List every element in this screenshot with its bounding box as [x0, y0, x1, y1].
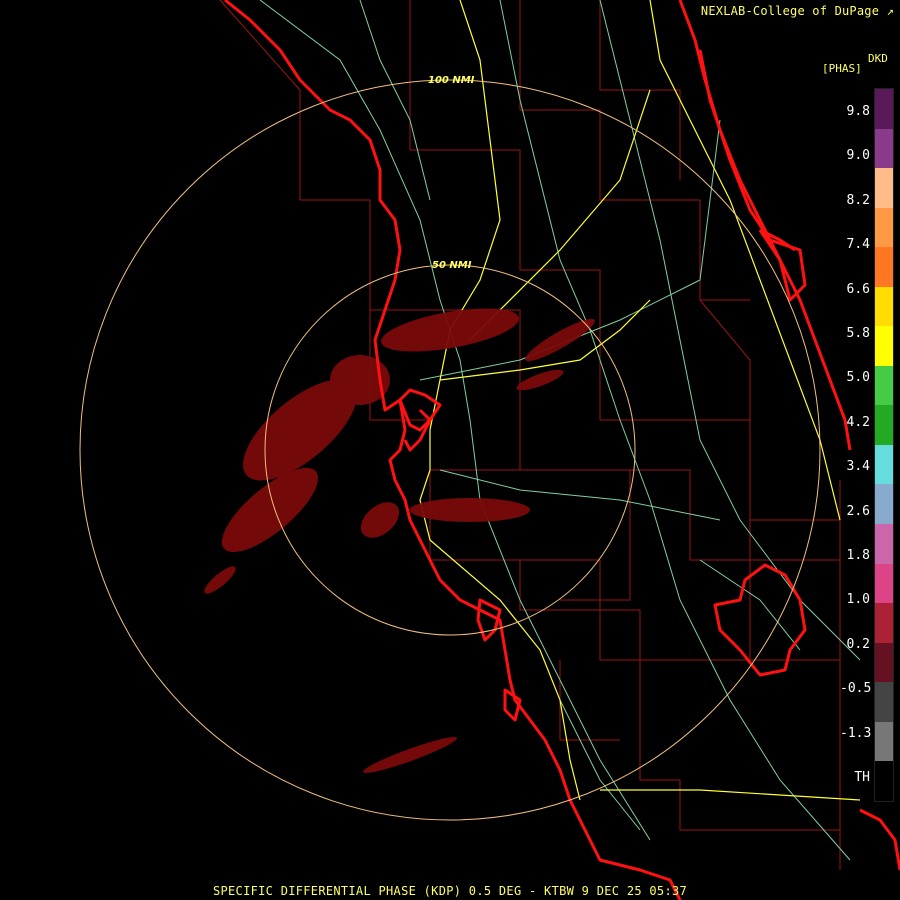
- color-swatch: [875, 761, 893, 801]
- color-swatch: [875, 365, 893, 406]
- color-swatch: [875, 563, 893, 604]
- scale-tick-label: 1.0: [846, 592, 870, 608]
- scale-tick-label: 9.8: [846, 104, 870, 119]
- color-swatch: [875, 207, 893, 248]
- cursor-icon: ↗: [886, 4, 894, 18]
- color-swatch: [875, 405, 893, 445]
- color-swatch: [875, 484, 893, 525]
- color-swatch: [875, 326, 893, 366]
- color-swatch: [875, 524, 893, 564]
- color-swatch: [875, 89, 893, 129]
- legend-units: DKD: [868, 52, 888, 65]
- color-swatch: [875, 168, 893, 208]
- scale-tick-label: 8.2: [846, 192, 870, 208]
- ring-label-100: 100 NMI: [428, 75, 475, 86]
- color-swatch: [875, 721, 893, 762]
- color-swatch: [875, 603, 893, 643]
- ring-100-nmi: [79, 79, 821, 821]
- scale-tick-label: 3.4: [846, 459, 870, 475]
- scale-tick-label: -0.5: [840, 681, 872, 697]
- coastline: [224, 0, 900, 900]
- radar-map: 100 NMI 50 NMI: [79, 0, 900, 900]
- radar-echoes: [204, 308, 595, 774]
- scale-tick-label: 2.6: [846, 503, 870, 519]
- range-rings: [79, 79, 821, 821]
- scale-tick-label: 4.2: [846, 414, 870, 430]
- credit-label: NEXLAB-College of DuPage ↗: [701, 4, 894, 18]
- scale-tick-label: 9.0: [846, 148, 870, 164]
- scale-tick-label: 7.4: [846, 237, 870, 253]
- scale-tick-label: 6.6: [846, 281, 870, 297]
- scale-tick-label: TH: [854, 770, 870, 785]
- color-swatch: [875, 642, 893, 683]
- scale-tick-label: -1.3: [840, 725, 872, 741]
- color-scale-bar: [874, 88, 894, 802]
- scale-tick-label: 5.8: [846, 326, 870, 341]
- product-footer: SPECIFIC DIFFERENTIAL PHASE (KDP) 0.5 DE…: [212, 884, 688, 898]
- scale-tick-label: 5.0: [846, 370, 870, 386]
- color-swatch: [875, 286, 893, 327]
- color-swatch: [875, 444, 893, 485]
- ring-labels: 100 NMI 50 NMI: [428, 75, 475, 271]
- scale-tick-label: 0.2: [846, 636, 870, 652]
- credit-text: NEXLAB-College of DuPage: [700, 4, 880, 18]
- scale-tick-label: 1.8: [846, 548, 870, 563]
- color-swatch: [875, 682, 893, 722]
- color-swatch: [875, 247, 893, 287]
- legend-title: [PHAS]: [822, 62, 862, 75]
- ring-label-50: 50 NMI: [432, 260, 472, 271]
- color-swatch: [875, 128, 893, 169]
